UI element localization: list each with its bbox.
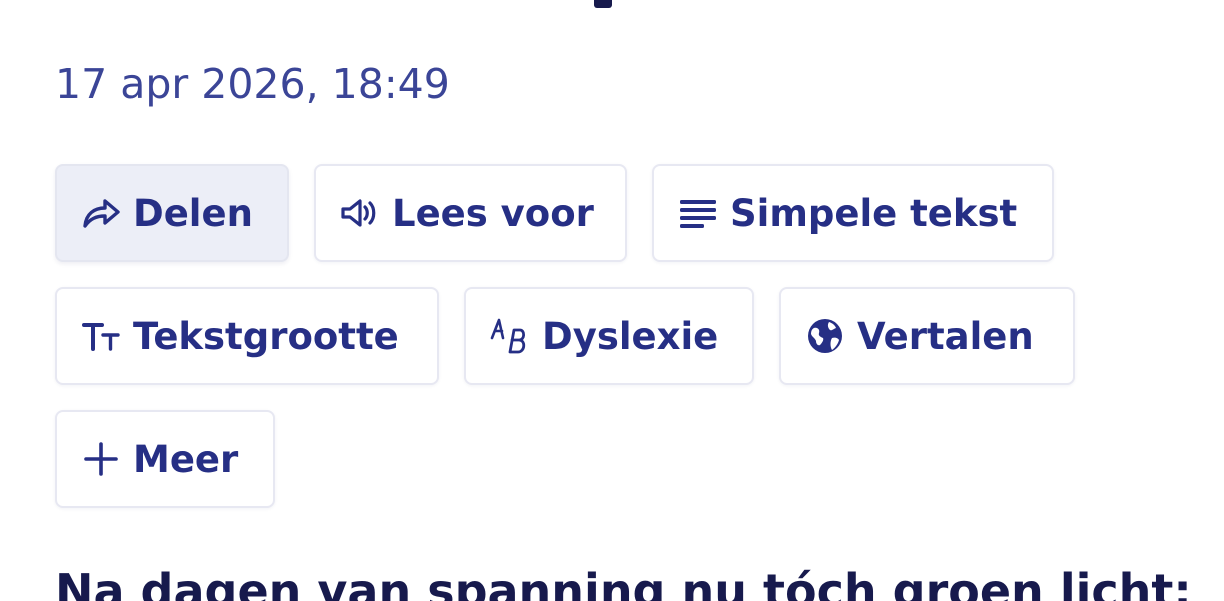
share-label: Delen	[133, 191, 253, 235]
article-page: 17 apr 2026, 18:49 Delen Lees voor Simpe…	[0, 0, 1224, 601]
speaker-icon	[340, 193, 380, 233]
simple-text-button[interactable]: Simpele tekst	[652, 164, 1054, 262]
translate-button[interactable]: Vertalen	[779, 287, 1075, 385]
text-size-label: Tekstgrootte	[133, 314, 399, 358]
translate-label: Vertalen	[857, 314, 1034, 358]
read-aloud-button[interactable]: Lees voor	[314, 164, 627, 262]
more-label: Meer	[133, 437, 239, 481]
globe-icon	[805, 316, 845, 356]
share-button[interactable]: Delen	[55, 164, 289, 262]
simple-text-label: Simpele tekst	[730, 191, 1018, 235]
publish-date: 17 apr 2026, 18:49	[55, 60, 450, 108]
share-icon	[81, 193, 121, 233]
dyslexia-label: Dyslexie	[542, 314, 719, 358]
plus-icon	[81, 439, 121, 479]
headline-glyph-fragment	[594, 0, 612, 8]
text-size-icon	[81, 316, 121, 356]
read-aloud-label: Lees voor	[392, 191, 594, 235]
dyslexia-icon	[490, 316, 530, 356]
text-size-button[interactable]: Tekstgrootte	[55, 287, 439, 385]
more-button[interactable]: Meer	[55, 410, 275, 508]
dyslexia-button[interactable]: Dyslexie	[464, 287, 754, 385]
article-headline: Na dagen van spanning nu tóch groen lich…	[55, 564, 1192, 601]
text-lines-icon	[678, 193, 718, 233]
